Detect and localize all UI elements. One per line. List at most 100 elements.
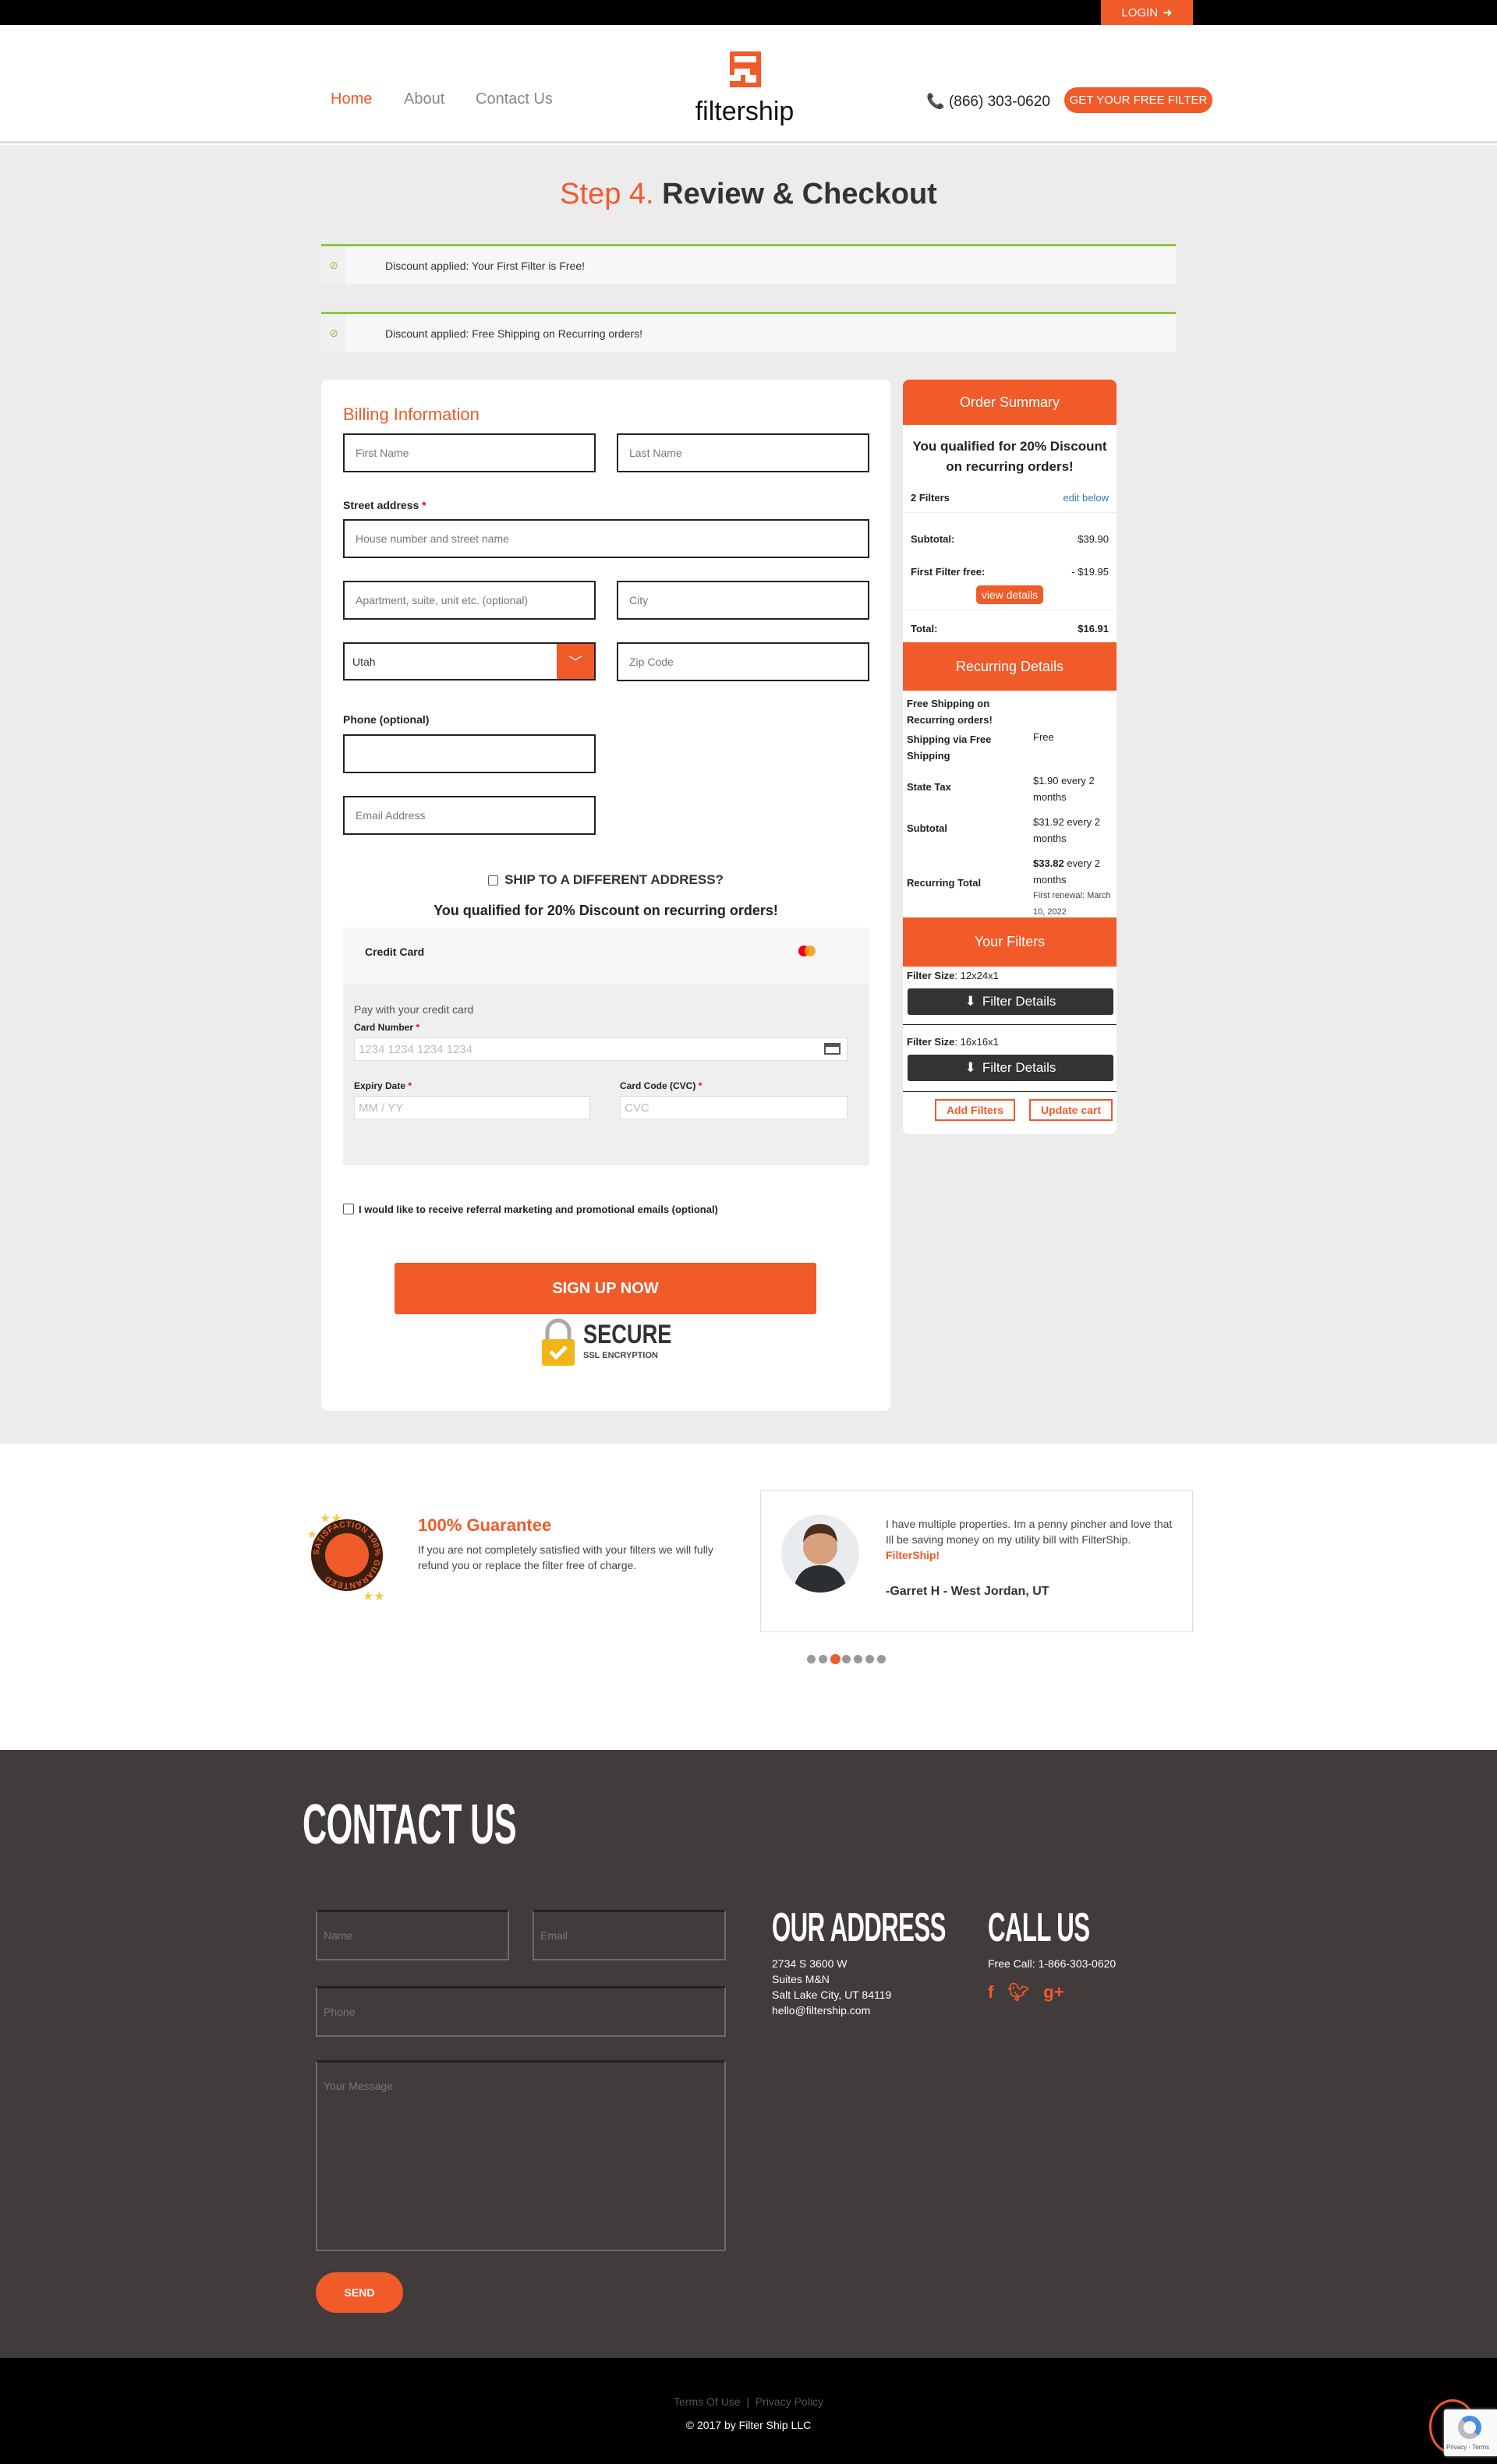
phone-icon: 📞 [926, 94, 945, 110]
free-shipping-note: Free Shipping on Recurring orders! [907, 698, 993, 726]
address-line: Suites M&N [772, 1973, 830, 1985]
street-label: Street address * [343, 499, 426, 511]
view-details-button[interactable]: view details [976, 585, 1043, 604]
recaptcha-icon [1458, 2416, 1481, 2439]
login-label: LOGIN [1121, 5, 1159, 19]
contact-name-input[interactable]: Name [316, 1910, 509, 1960]
add-filters-button[interactable]: Add Filters [935, 1099, 1015, 1121]
testimonial-text: I have multiple properties. Im a penny p… [886, 1518, 1173, 1561]
expiry-input[interactable]: MM / YY [354, 1096, 590, 1119]
ship-different-option[interactable]: SHIP TO A DIFFERENT ADDRESS? [321, 872, 890, 888]
carousel-dot[interactable] [842, 1655, 851, 1663]
zip-input[interactable]: Zip Code [617, 642, 869, 681]
testimonial-author: -Garret H - West Jordan, UT [886, 1585, 1049, 1598]
nav-home[interactable]: Home [331, 90, 372, 108]
notice-text: Discount applied: Free Shipping on Recur… [385, 327, 642, 340]
update-cart-button[interactable]: Update cart [1029, 1099, 1113, 1121]
recurring-total-value: $33.82 every 2 months [1033, 857, 1101, 886]
ship-different-label: SHIP TO A DIFFERENT ADDRESS? [504, 872, 724, 887]
recaptcha-links[interactable]: Privacy - Terms [1446, 2444, 1489, 2451]
free-filter-label: First Filter free: [911, 566, 986, 578]
mastercard-icon [797, 945, 817, 959]
card-number-label: Card Number * [354, 1022, 420, 1033]
guarantee-title: 100% Guarantee [418, 1515, 552, 1535]
divider [903, 1024, 1117, 1025]
cvc-input[interactable]: CVC [620, 1096, 848, 1119]
carousel-dot[interactable] [807, 1655, 816, 1663]
email-input[interactable]: Email Address [343, 796, 596, 835]
guarantee-text: If you are not completely satisfied with… [418, 1543, 713, 1571]
street-input[interactable]: House number and street name [343, 519, 869, 558]
apartment-input[interactable]: Apartment, suite, unit etc. (optional) [343, 581, 596, 620]
filters-count: 2 Filters [911, 492, 950, 504]
contact-email-input[interactable]: Email [533, 1910, 726, 1960]
guarantee-badge: ★★ ★ SATISFACTION 100% GUARANTEED ★★ [304, 1508, 391, 1603]
edit-below-link[interactable]: edit below [1063, 492, 1109, 504]
google-plus-icon[interactable]: g+ [1043, 1982, 1063, 2003]
terms-link[interactable]: Terms Of Use [674, 2395, 741, 2408]
carousel-dot[interactable] [865, 1655, 874, 1663]
billing-card: Billing Information First Name Last Name… [321, 380, 890, 1411]
free-filter-value: - $19.95 [1071, 566, 1109, 578]
filter-details-button[interactable]: ⬇ Filter Details [908, 1055, 1113, 1081]
top-bar [0, 0, 1497, 25]
contact-email-link[interactable]: hello@filtership.com [772, 2004, 870, 2017]
recurring-subtotal-value: $31.92 every 2 months [1033, 816, 1101, 844]
phone-number: (866) 303-0620 [948, 94, 1050, 110]
phone-input[interactable] [343, 734, 596, 773]
arrow-down-circle-icon: ⬇ [964, 1060, 976, 1075]
expiry-label: Expiry Date * [354, 1080, 412, 1091]
nav-contact[interactable]: Contact Us [476, 90, 553, 108]
twitter-icon[interactable]: 🐦︎ [1007, 1982, 1029, 2003]
state-select[interactable]: Utah ﹀ [343, 642, 596, 681]
footer-separator: | [746, 2395, 750, 2408]
total-label: Total: [911, 623, 938, 635]
get-free-filter-button[interactable]: GET YOUR FREE FILTER [1064, 87, 1212, 113]
nav-about[interactable]: About [404, 90, 444, 108]
filter-size: Filter Size: 16x16x1 [907, 1036, 999, 1048]
filter-details-button[interactable]: ⬇ Filter Details [908, 988, 1113, 1015]
discount-notice: ⊘ Discount applied: Your First Filter is … [321, 244, 1176, 285]
last-name-input[interactable]: Last Name [617, 433, 869, 472]
footer-links: Terms Of Use | Privacy Policy [0, 2395, 1497, 2408]
facebook-icon[interactable]: f [988, 1982, 993, 2003]
tax-value: $1.90 every 2 months [1033, 775, 1095, 803]
header-phone[interactable]: 📞 (866) 303-0620 [926, 92, 1050, 111]
contact-message-textarea[interactable]: Your Message [316, 2060, 726, 2251]
contact-phone-input[interactable]: Phone [316, 1986, 726, 2037]
avatar [781, 1515, 859, 1593]
call-number[interactable]: Free Call: 1-866-303-0620 [988, 1957, 1116, 1970]
your-filters-header: Your Filters [903, 917, 1117, 967]
carousel-dot[interactable] [877, 1655, 886, 1663]
logo[interactable]: filtership [686, 51, 803, 129]
card-number-input[interactable]: 1234 1234 1234 1234 [354, 1038, 848, 1061]
svg-text:★★: ★★ [363, 1590, 385, 1602]
testimonial-card: I have multiple properties. Im a penny p… [760, 1490, 1193, 1632]
carousel-dot[interactable] [854, 1655, 862, 1663]
privacy-link[interactable]: Privacy Policy [756, 2395, 823, 2408]
carousel-dot[interactable] [830, 1654, 841, 1664]
login-button[interactable]: LOGIN ➜ [1101, 0, 1193, 25]
sign-up-button[interactable]: SIGN UP NOW [395, 1263, 816, 1314]
recurring-total-label: Recurring Total [907, 877, 982, 889]
send-button[interactable]: SEND [316, 2272, 403, 2313]
first-name-input[interactable]: First Name [343, 433, 596, 472]
credit-card-title: Credit Card [365, 946, 425, 958]
secure-title: SECURE [583, 1320, 672, 1349]
recurring-subtotal-label: Subtotal [907, 822, 947, 834]
padlock-icon [541, 1317, 575, 1367]
marketing-checkbox[interactable] [343, 1204, 354, 1214]
card-number-placeholder: 1234 1234 1234 1234 [359, 1042, 472, 1056]
arrow-down-circle-icon: ⬇ [964, 994, 976, 1009]
ship-different-checkbox[interactable] [488, 875, 499, 886]
shipping-value: Free [1033, 731, 1054, 743]
city-input[interactable]: City [617, 581, 869, 620]
notice-text: Discount applied: Your First Filter is F… [385, 259, 585, 272]
address-line: 2734 S 3600 W [772, 1957, 848, 1970]
recaptcha-badge[interactable]: Privacy - Terms [1444, 2409, 1497, 2456]
cvc-label: Card Code (CVC) * [620, 1080, 702, 1091]
contact-section [0, 1750, 1497, 2358]
divider [903, 1091, 1117, 1092]
divider [903, 512, 1117, 513]
carousel-dot[interactable] [819, 1655, 827, 1663]
